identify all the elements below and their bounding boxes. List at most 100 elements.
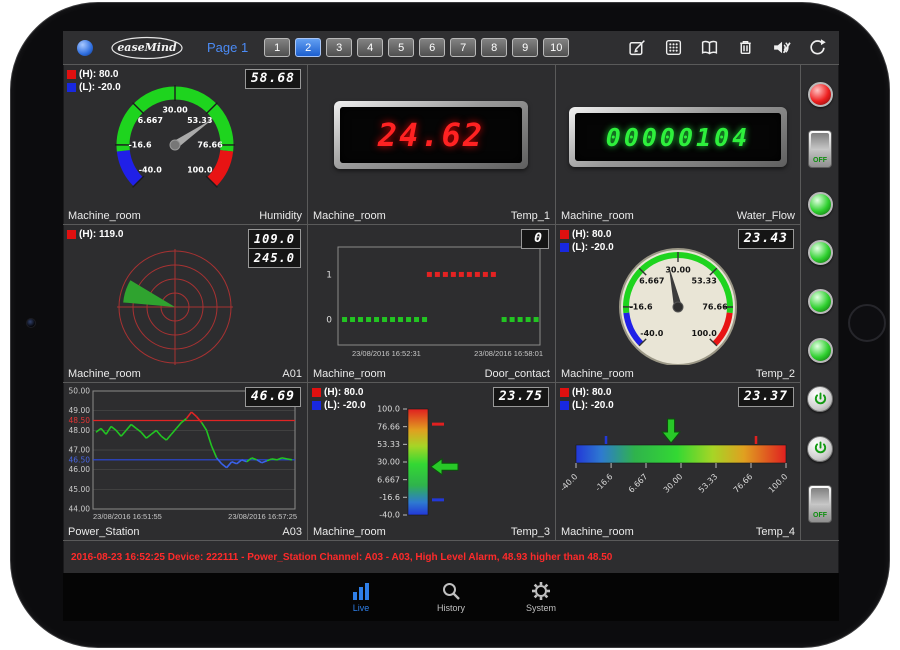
- high-limit-label: (H): 119.0: [79, 229, 123, 240]
- svg-text:76.66: 76.66: [732, 472, 755, 495]
- indicator-lamp-green: [808, 192, 833, 217]
- page-button-4[interactable]: 4: [357, 38, 383, 57]
- svg-text:49.00: 49.00: [69, 406, 91, 415]
- panel-caption: Machine_room Door_contact: [308, 365, 555, 382]
- value-readout: 46.69: [245, 387, 301, 407]
- tab-history[interactable]: History: [419, 581, 483, 613]
- control-strip: OFF OFF: [801, 65, 839, 541]
- svg-text:53.33: 53.33: [697, 472, 720, 495]
- page-button-1[interactable]: 1: [264, 38, 290, 57]
- svg-text:-16.6: -16.6: [379, 493, 400, 502]
- page-button-9[interactable]: 9: [512, 38, 538, 57]
- door-contact-chart: 10: [308, 225, 555, 365]
- high-limit-swatch: [67, 70, 76, 79]
- low-limit-swatch: [67, 83, 76, 92]
- chart-start-time: 23/08/2016 16:52:31: [352, 349, 421, 358]
- panel-caption: Power_Station A03: [63, 523, 307, 540]
- led-counter: 00000104: [575, 113, 781, 161]
- high-limit-swatch: [560, 388, 569, 397]
- book-icon[interactable]: [700, 38, 719, 57]
- power-button[interactable]: [807, 436, 833, 462]
- low-limit-label: (L): -20.0: [324, 400, 366, 411]
- high-limit-label: (H): 80.0: [572, 229, 611, 240]
- switch-state-label: OFF: [809, 512, 831, 519]
- panel-caption: Machine_room Humidity: [63, 207, 307, 224]
- svg-text:-40.0: -40.0: [379, 511, 400, 520]
- low-limit-label: (L): -20.0: [572, 400, 614, 411]
- channel-label: Water_Flow: [737, 210, 795, 222]
- panel-a03: 46.69 50.0049.0048.5048.0047.0046.5046.0…: [63, 383, 308, 541]
- power-icon: [813, 441, 828, 456]
- switch-rocker[interactable]: [811, 488, 829, 505]
- screenshot-root: easeMind Page 1 123456789 10: [0, 0, 900, 650]
- switch-rocker[interactable]: [811, 133, 829, 150]
- tab-live[interactable]: Live: [329, 581, 393, 613]
- panel-water-flow: 00000104 Machine_room Water_Flow: [556, 65, 801, 225]
- channel-label: A03: [282, 526, 302, 538]
- tab-system[interactable]: System: [509, 581, 573, 613]
- panel-caption: Machine_room Temp_2: [556, 365, 800, 382]
- brand-logo: easeMind: [109, 36, 185, 60]
- edit-icon[interactable]: [628, 38, 647, 57]
- panel-caption: Machine_room Temp_3: [308, 523, 555, 540]
- svg-text:30.00: 30.00: [665, 266, 691, 275]
- location-label: Machine_room: [313, 526, 386, 538]
- trash-icon[interactable]: [736, 38, 755, 57]
- indicator-lamp-green: [808, 338, 833, 363]
- page-selector: 123456789 10: [264, 38, 569, 57]
- channel-label: Humidity: [259, 210, 302, 222]
- panel-temp3: (H): 80.0 (L): -20.0 23.75 100.076.6653.…: [308, 383, 556, 541]
- limits-legend: (H): 80.0 (L): -20.0: [560, 228, 614, 254]
- low-limit-swatch: [560, 401, 569, 410]
- panel-caption: Machine_room Water_Flow: [556, 207, 800, 224]
- channel-label: Temp_1: [511, 210, 550, 222]
- svg-text:76.66: 76.66: [197, 141, 223, 150]
- page-label: Page 1: [207, 40, 248, 55]
- mute-speaker-icon[interactable]: [772, 38, 791, 57]
- rocker-switch[interactable]: OFF: [808, 485, 832, 523]
- high-limit-label: (H): 80.0: [572, 387, 611, 398]
- page-button-5[interactable]: 5: [388, 38, 414, 57]
- location-label: Machine_room: [313, 368, 386, 380]
- value-readout: 0: [521, 229, 549, 249]
- page-button-2[interactable]: 2: [295, 38, 321, 57]
- channel-label: Temp_2: [756, 368, 795, 380]
- limits-legend: (H): 80.0 (L): -20.0: [312, 386, 366, 412]
- channel-label: Door_contact: [485, 368, 550, 380]
- low-limit-label: (L): -20.0: [572, 242, 614, 253]
- tab-system-label: System: [526, 603, 556, 613]
- keypad-icon[interactable]: [664, 38, 683, 57]
- panel-caption: Machine_room Temp_1: [308, 207, 555, 224]
- page-button-8[interactable]: 8: [481, 38, 507, 57]
- page-button-6[interactable]: 6: [419, 38, 445, 57]
- tab-bar: Live History System: [63, 573, 839, 621]
- home-button[interactable]: [848, 304, 886, 342]
- power-button[interactable]: [807, 386, 833, 412]
- connection-status-light: [77, 40, 93, 56]
- svg-text:6.667: 6.667: [639, 276, 664, 285]
- high-limit-label: (H): 80.0: [79, 69, 118, 80]
- page-button-3[interactable]: 3: [326, 38, 352, 57]
- rocker-switch[interactable]: OFF: [808, 130, 832, 168]
- counter-digits: 00000104: [606, 123, 750, 152]
- tab-live-label: Live: [353, 603, 370, 613]
- limits-legend: (H): 80.0 (L): -20.0: [67, 68, 121, 94]
- scada-app-screen: easeMind Page 1 123456789 10: [63, 31, 839, 621]
- svg-text:47.00: 47.00: [69, 446, 91, 455]
- power-icon: [813, 392, 828, 407]
- page-button-7[interactable]: 7: [450, 38, 476, 57]
- chart-start-time: 23/08/2016 16:51:55: [93, 512, 162, 521]
- system-gear-icon: [531, 581, 551, 601]
- svg-text:53.33: 53.33: [187, 116, 212, 125]
- refresh-icon[interactable]: [808, 38, 827, 57]
- camera-icon: [26, 318, 36, 328]
- switch-state-label: OFF: [809, 157, 831, 164]
- svg-text:76.66: 76.66: [702, 303, 728, 312]
- indicator-lamp-red: [808, 82, 833, 107]
- svg-text:0: 0: [326, 316, 332, 326]
- value-readout-2: 245.0: [248, 248, 301, 268]
- page-button-10[interactable]: 10: [543, 38, 569, 57]
- svg-text:76.66: 76.66: [377, 422, 400, 431]
- toolbar-icons: [628, 38, 827, 57]
- svg-text:46.50: 46.50: [69, 455, 91, 464]
